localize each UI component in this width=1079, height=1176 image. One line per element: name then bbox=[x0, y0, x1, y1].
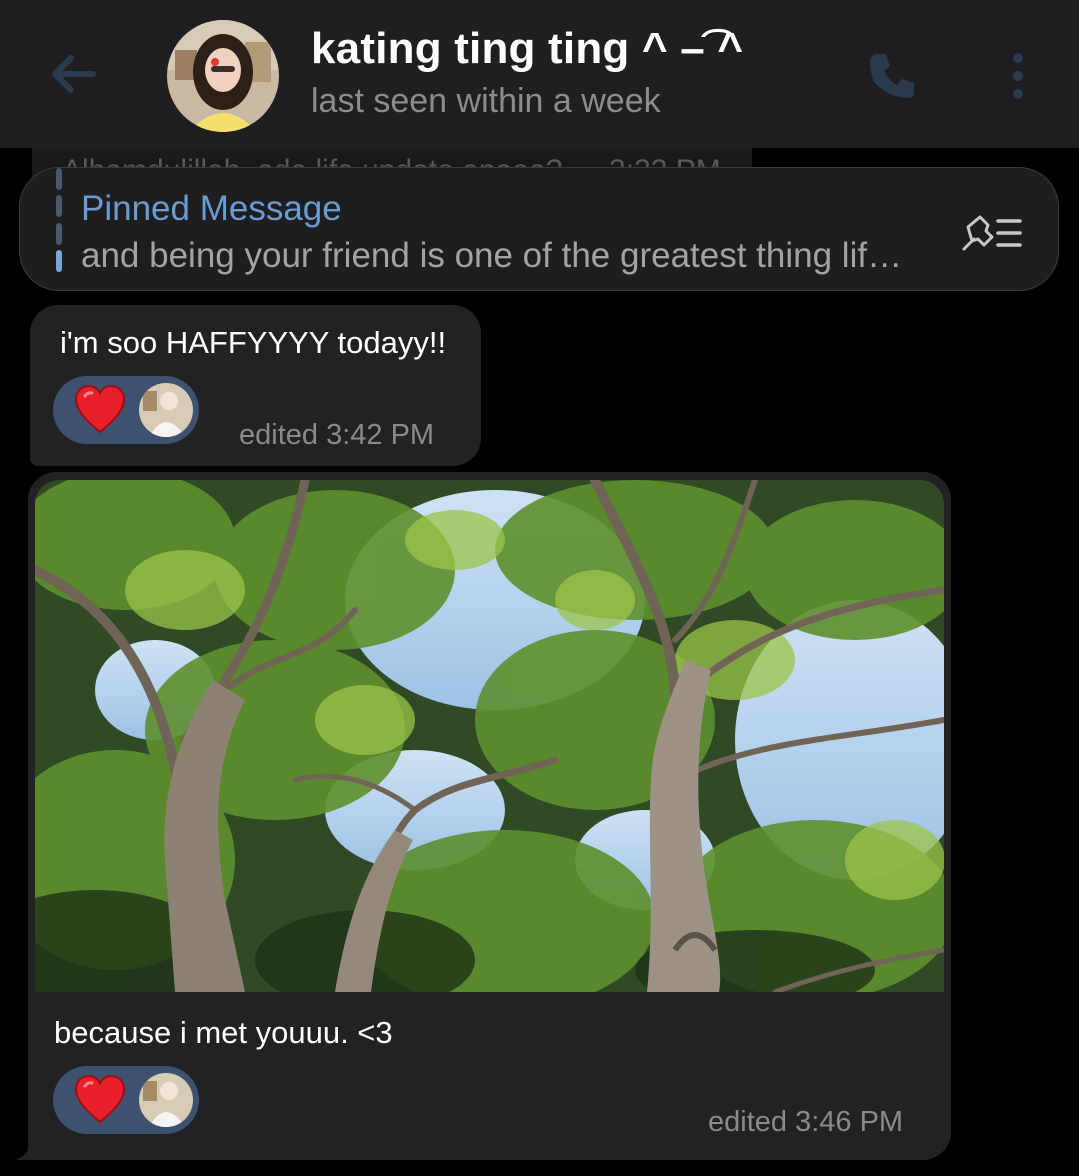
more-vertical-icon bbox=[1013, 53, 1023, 99]
call-button[interactable] bbox=[860, 44, 924, 108]
pin-list-icon bbox=[962, 215, 1022, 251]
message-text: because i met youuu. <3 bbox=[54, 1015, 393, 1050]
chat-header: kating ting ting ^ –͡ ^ last seen within… bbox=[0, 0, 1079, 148]
trees-canopy-photo[interactable] bbox=[35, 480, 944, 992]
message-timestamp: edited 3:46 PM bbox=[708, 1106, 904, 1138]
reaction-chip[interactable] bbox=[53, 1066, 199, 1134]
more-menu-button[interactable] bbox=[998, 44, 1038, 108]
back-button[interactable] bbox=[42, 48, 102, 100]
message-timestamp: edited 3:42 PM bbox=[239, 419, 435, 451]
chat-title[interactable]: kating ting ting ^ –͡ ^ bbox=[311, 24, 743, 74]
pinned-list-button[interactable] bbox=[956, 208, 1026, 258]
pinned-text: and being your friend is one of the grea… bbox=[81, 236, 903, 275]
arrow-left-icon bbox=[52, 55, 96, 93]
message-text: i'm soo HAFFYYYY todayy!! bbox=[60, 325, 447, 360]
heart-icon bbox=[74, 384, 126, 434]
photo-message-bubble[interactable]: because i met youuu. <3 edited 3:46 PM bbox=[28, 472, 951, 1160]
last-seen-status: last seen within a week bbox=[311, 82, 661, 120]
reaction-chip[interactable] bbox=[53, 376, 199, 444]
reactor-avatar bbox=[139, 1073, 193, 1127]
message-bubble[interactable]: i'm soo HAFFYYYY todayy!! edited 3:42 PM bbox=[30, 305, 481, 466]
contact-avatar[interactable] bbox=[167, 20, 279, 132]
bubble-tail bbox=[16, 1138, 40, 1160]
heart-icon bbox=[74, 1074, 126, 1124]
phone-icon bbox=[870, 54, 914, 98]
pinned-label: Pinned Message bbox=[81, 189, 342, 228]
pinned-message-bar[interactable]: Pinned Message and being your friend is … bbox=[19, 167, 1059, 291]
reactor-avatar bbox=[139, 383, 193, 437]
pinned-indicator bbox=[56, 168, 62, 272]
